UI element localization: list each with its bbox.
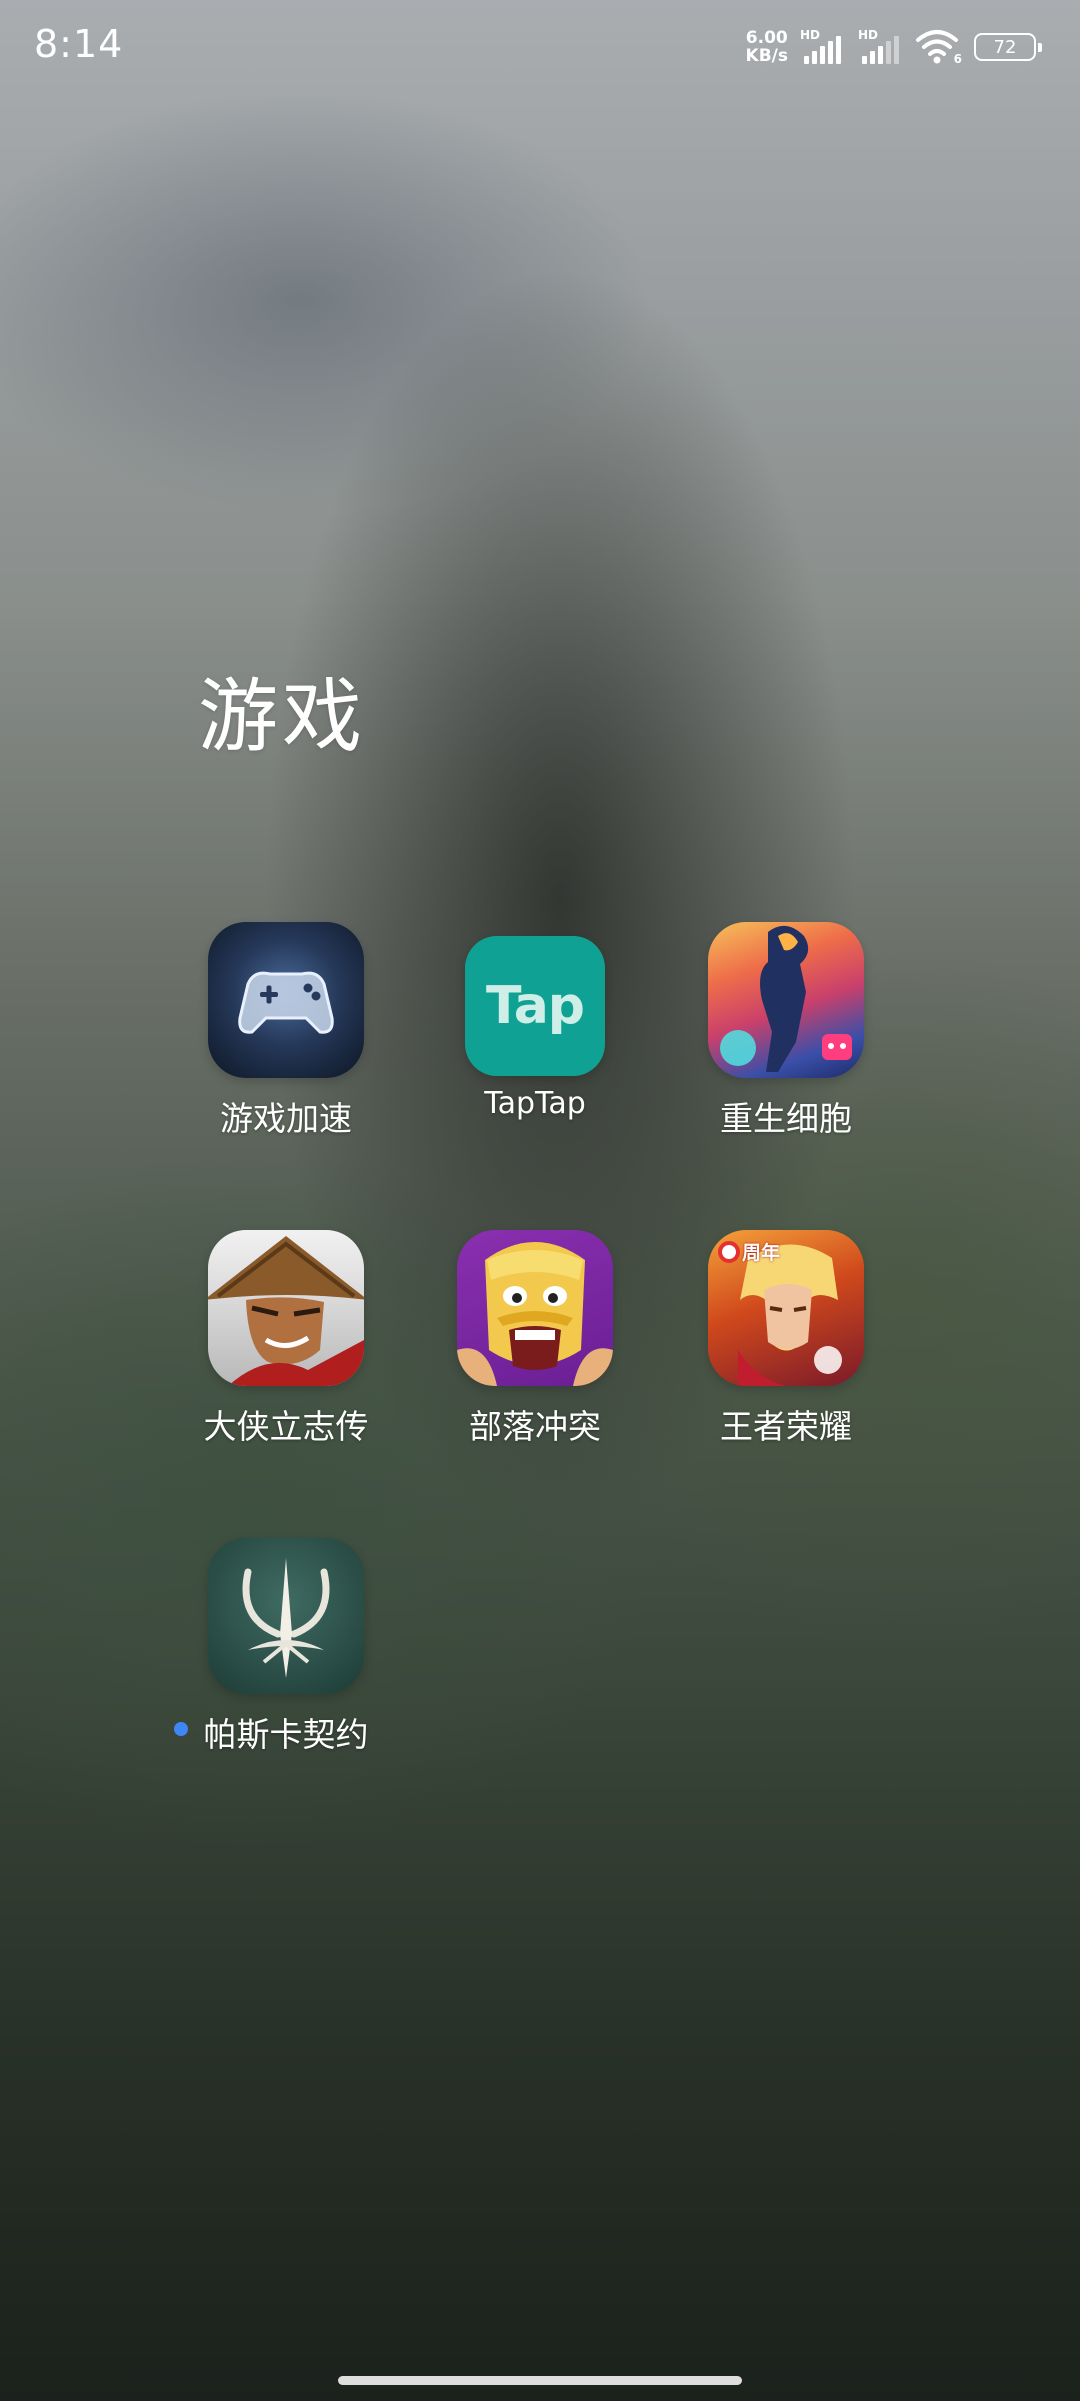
app-clash-of-clans[interactable]: 部落冲突 (410, 1230, 660, 1448)
app-label: 王者荣耀 (720, 1407, 852, 1446)
new-app-dot-icon (173, 1722, 188, 1736)
taptap-icon: Tap (465, 936, 605, 1076)
app-game-turbo[interactable]: 游戏加速 (161, 922, 411, 1140)
app-label-text: 帕斯卡契约 (203, 1715, 369, 1754)
app-label: 大侠立志传 (203, 1407, 369, 1446)
wifi-version-label: 6 (953, 52, 962, 66)
battery-icon: 72 (974, 33, 1042, 61)
app-pascal-contract[interactable]: 帕斯卡契约 (161, 1538, 411, 1756)
pascal-emblem-icon (208, 1538, 364, 1694)
battery-level: 72 (993, 36, 1017, 58)
app-honor-of-kings[interactable]: 周年 王者荣耀 (661, 1230, 911, 1448)
network-speed-unit: KB/s (745, 46, 788, 66)
sim1-signal-icon: HD (800, 28, 846, 66)
anniversary-badge-text: 周年 (742, 1242, 781, 1264)
app-hero-legend[interactable]: 大侠立志传 (161, 1230, 411, 1448)
honor-of-kings-icon: 周年 (708, 1230, 864, 1386)
app-dead-cells[interactable]: 重生细胞 (661, 922, 911, 1140)
anniversary-badge: 周年 (718, 1238, 780, 1265)
clash-barbarian-icon (457, 1230, 613, 1386)
taptap-icon-text: Tap (485, 976, 585, 1036)
status-bar: 8:14 6.00 KB/s HD HD 6 72 (0, 0, 1080, 100)
wifi-icon: 6 (916, 28, 962, 66)
status-time: 8:14 (34, 22, 124, 66)
status-icons: 6.00 KB/s HD HD 6 72 (746, 28, 1042, 66)
home-screen-folder-view: 8:14 6.00 KB/s HD HD 6 72 游戏 游戏加速 Tap Ta… (0, 0, 1080, 2401)
dead-cells-icon (708, 922, 864, 1078)
gamepad-icon (208, 922, 364, 1078)
network-speed: 6.00 KB/s (746, 29, 788, 65)
network-speed-value: 6.00 (745, 28, 788, 48)
app-label: TapTap (484, 1086, 586, 1121)
app-label: 重生细胞 (720, 1099, 852, 1138)
app-label: 游戏加速 (220, 1099, 352, 1138)
hero-straw-hat-icon (208, 1230, 364, 1386)
app-label: 部落冲突 (469, 1407, 601, 1446)
app-taptap[interactable]: Tap TapTap (410, 922, 660, 1121)
folder-title[interactable]: 游戏 (198, 652, 366, 768)
sim2-signal-icon: HD (858, 28, 904, 66)
app-label: 帕斯卡契约 (173, 1708, 369, 1756)
home-gesture-bar[interactable] (338, 2376, 742, 2385)
